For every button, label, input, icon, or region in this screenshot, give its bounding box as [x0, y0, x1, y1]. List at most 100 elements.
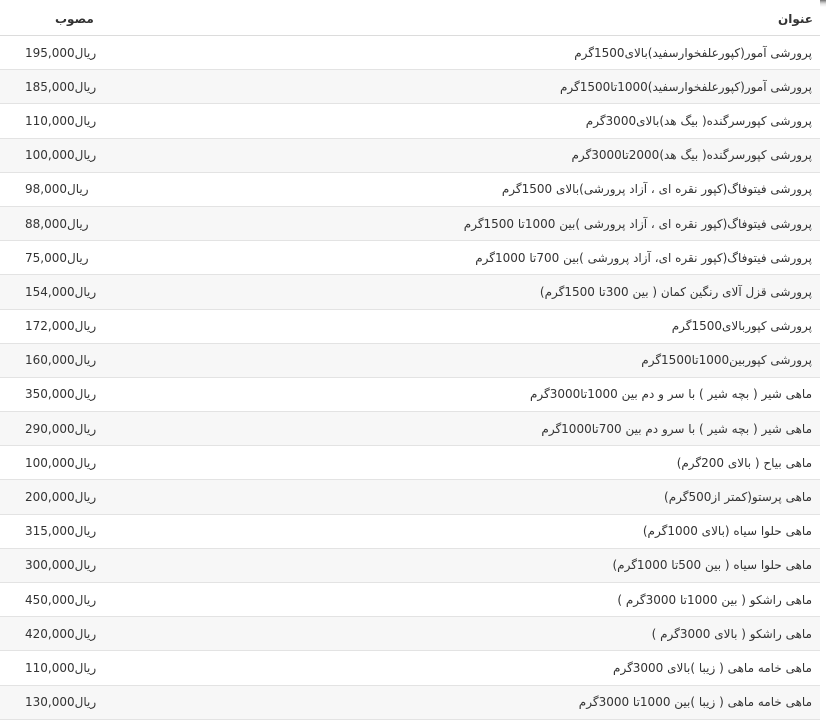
row-title: پرورشی کپوربین1000تا1500گرم	[641, 353, 812, 368]
table-row[interactable]: پرورشی فیتوفاگ(کپور نقره ای ، آزاد پرورش…	[0, 206, 820, 242]
table-header: عنوان مصوب	[0, 0, 820, 36]
table-row[interactable]: ماهی راشکو ( بین 1000تا 3000گرم ) ریال450…	[0, 583, 820, 618]
row-price: ریال420,000	[0, 627, 225, 641]
row-title: پرورشی فیتوفاگ(کپور نقره ای، آزاد پرورشی…	[475, 250, 812, 265]
table-row[interactable]: پرورشی کپورسرگنده( بیگ هد)بالای3000گرم ری…	[0, 104, 820, 139]
price-unit: ریال	[74, 558, 97, 573]
row-title: ماهی راشکو ( بین 1000تا 3000گرم )	[617, 592, 812, 607]
table-row[interactable]: ماهی پرستو(کمتر از500گرم) ریال200,000	[0, 480, 820, 515]
price-value: 100,000	[25, 455, 75, 470]
row-title: ماهی خامه ماهی ( زیبا )بین 1000تا 3000گر…	[578, 695, 812, 710]
price-value: 200,000	[25, 490, 75, 505]
price-value: 100,000	[25, 148, 75, 163]
row-price: ریال100,000	[0, 148, 225, 162]
row-price: ریال185,000	[0, 80, 225, 94]
table-body: پرورشی آمور(کپورعلفخوارسفید)بالای1500گرم…	[0, 36, 820, 720]
row-price: ریال315,000	[0, 524, 225, 538]
table-row[interactable]: ماهی بیاح ( بالای 200گرم) ریال100,000	[0, 446, 820, 481]
row-title: ماهی بیاح ( بالای 200گرم)	[676, 455, 812, 470]
price-value: 420,000	[25, 626, 75, 641]
row-title: پرورشی فیتوفاگ(کپور نقره ای ، آزاد پرورش…	[501, 182, 812, 197]
row-title: ماهی پرستو(کمتر از500گرم)	[664, 490, 812, 505]
price-value: 110,000	[25, 660, 75, 675]
price-unit: ریال	[74, 592, 97, 607]
table-row[interactable]: ماهی حلوا سیاه ( بین 500تا 1000گرم) ریال3…	[0, 548, 820, 583]
price-value: 75,000	[25, 250, 67, 265]
price-unit: ریال	[74, 79, 97, 94]
table-row[interactable]: ماهی شیر ( بچه شیر ) با سرو دم بین 700تا…	[0, 412, 820, 447]
price-value: 98,000	[25, 182, 67, 197]
row-title: ماهی راشکو ( بالای 3000گرم )	[651, 626, 812, 641]
row-price: ریال75,000	[0, 251, 225, 265]
price-value: 88,000	[25, 216, 67, 231]
row-title: پرورشی آمور(کپورعلفخوارسفید)بالای1500گرم	[574, 45, 812, 60]
row-price: ریال450,000	[0, 593, 225, 607]
row-price: ریال88,000	[0, 217, 225, 231]
row-price: ریال195,000	[0, 46, 225, 60]
price-value: 172,000	[25, 319, 75, 334]
table-row[interactable]: ماهی خامه ماهی ( زیبا )بالای 3000گرم ریال…	[0, 651, 820, 686]
row-price: ریال130,000	[0, 695, 225, 709]
table-row[interactable]: پرورشی فیتوفاگ(کپور نقره ای، آزاد پرورشی…	[0, 241, 820, 276]
row-price: ریال290,000	[0, 422, 225, 436]
price-unit: ریال	[74, 319, 97, 334]
price-table: عنوان مصوب پرورشی آمور(کپورعلفخوارسفید)ب…	[0, 0, 820, 720]
price-unit: ریال	[74, 113, 97, 128]
row-price: ریال200,000	[0, 490, 225, 504]
row-price: ریال110,000	[0, 661, 225, 675]
price-unit: ریال	[67, 182, 89, 197]
table-row[interactable]: پرورشی آمور(کپورعلفخوارسفید)1000تا1500گر…	[0, 70, 820, 105]
row-title: ماهی شیر ( بچه شیر ) با سر و دم بین 1000…	[529, 387, 812, 402]
price-value: 110,000	[25, 113, 75, 128]
table-row[interactable]: ماهی شیر ( بچه شیر ) با سر و دم بین 1000…	[0, 377, 820, 413]
price-unit: ریال	[74, 387, 97, 402]
row-title: پرورشی کپوربالای1500گرم	[671, 319, 812, 334]
price-value: 154,000	[25, 284, 75, 299]
row-price: ریال98,000	[0, 182, 225, 196]
table-row[interactable]: پرورشی کپورسرگنده( بیگ هد)2000تا3000گرم ر…	[0, 138, 820, 173]
row-price: ریال350,000	[0, 387, 225, 401]
row-price: ریال172,000	[0, 319, 225, 333]
row-price: ریال100,000	[0, 456, 225, 470]
row-title: ماهی خامه ماهی ( زیبا )بالای 3000گرم	[613, 660, 812, 675]
price-unit: ریال	[74, 421, 97, 436]
price-unit: ریال	[67, 216, 89, 231]
row-title: پرورشی فیتوفاگ(کپور نقره ای ، آزاد پرورش…	[463, 216, 812, 231]
row-price: ریال110,000	[0, 114, 225, 128]
table-row[interactable]: ماهی حلوا سیاه (بالای 1000گرم) ریال315,00…	[0, 514, 820, 549]
price-unit: ریال	[74, 45, 97, 60]
row-title: ماهی شیر ( بچه شیر ) با سرو دم بین 700تا…	[541, 421, 812, 436]
row-title: پرورشی کپورسرگنده( بیگ هد)2000تا3000گرم	[571, 148, 812, 163]
price-unit: ریال	[74, 284, 97, 299]
table-row[interactable]: پرورشی آمور(کپورعلفخوارسفید)بالای1500گرم…	[0, 36, 820, 71]
price-unit: ریال	[67, 250, 89, 265]
table-row[interactable]: ماهی راشکو ( بالای 3000گرم ) ریال420,000	[0, 617, 820, 652]
row-price: ریال160,000	[0, 353, 225, 367]
price-value: 185,000	[25, 79, 75, 94]
price-unit: ریال	[74, 148, 97, 163]
price-value: 350,000	[25, 387, 75, 402]
price-value: 450,000	[25, 592, 75, 607]
price-unit: ریال	[74, 353, 97, 368]
price-unit: ریال	[74, 455, 97, 470]
title-column-header[interactable]: عنوان	[255, 12, 820, 26]
table-row[interactable]: پرورشی کپوربالای1500گرم ریال172,000	[0, 309, 820, 344]
price-unit: ریال	[74, 626, 97, 641]
price-value: 195,000	[25, 45, 75, 60]
price-unit: ریال	[74, 695, 97, 710]
table-row[interactable]: پرورشی قزل آلای رنگین کمان ( بین 300تا 1…	[0, 275, 820, 310]
row-price: ریال154,000	[0, 285, 225, 299]
price-column-header[interactable]: مصوب	[0, 12, 255, 26]
price-value: 315,000	[25, 524, 75, 539]
price-value: 300,000	[25, 558, 75, 573]
row-title: پرورشی کپورسرگنده( بیگ هد)بالای3000گرم	[585, 113, 812, 128]
price-unit: ریال	[74, 490, 97, 505]
price-value: 290,000	[25, 421, 75, 436]
row-title: پرورشی آمور(کپورعلفخوارسفید)1000تا1500گر…	[559, 79, 812, 94]
table-row[interactable]: پرورشی فیتوفاگ(کپور نقره ای ، آزاد پرورش…	[0, 172, 820, 207]
price-unit: ریال	[74, 660, 97, 675]
row-title: پرورشی قزل آلای رنگین کمان ( بین 300تا 1…	[539, 284, 812, 299]
price-value: 130,000	[25, 695, 75, 710]
row-title: ماهی حلوا سیاه ( بین 500تا 1000گرم)	[612, 558, 812, 573]
table-row[interactable]: پرورشی کپوربین1000تا1500گرم ریال160,000	[0, 343, 820, 378]
